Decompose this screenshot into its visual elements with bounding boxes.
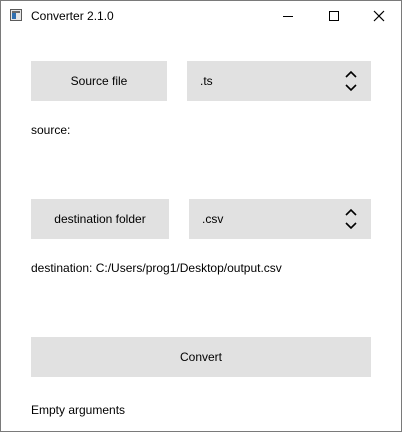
maximize-button[interactable] (311, 1, 357, 31)
converter-window: Converter 2.1.0 Source file .ts source: … (0, 0, 402, 432)
title-bar[interactable]: Converter 2.1.0 (1, 1, 401, 31)
status-message: Empty arguments (31, 403, 126, 417)
chevron-updown-icon (345, 70, 357, 92)
chevron-updown-icon (345, 208, 357, 230)
convert-button-label: Convert (179, 350, 223, 364)
destination-format-select[interactable]: .csv (189, 199, 371, 239)
app-icon (10, 9, 22, 21)
destination-format-value: .csv (202, 212, 224, 226)
destination-folder-button[interactable]: destination folder (31, 199, 169, 239)
destination-path-label: destination: C:/Users/prog1/Desktop/outp… (31, 261, 282, 275)
maximize-icon (329, 11, 339, 21)
destination-folder-button-label: destination folder (54, 212, 146, 226)
close-icon (373, 10, 385, 22)
minimize-button[interactable] (265, 1, 311, 31)
source-file-button[interactable]: Source file (31, 61, 167, 101)
window-title: Converter 2.1.0 (31, 9, 114, 23)
convert-button[interactable]: Convert (31, 337, 371, 377)
source-format-select[interactable]: .ts (187, 61, 371, 101)
source-file-button-label: Source file (70, 74, 128, 88)
source-format-value: .ts (200, 74, 213, 88)
minimize-icon (283, 15, 293, 17)
close-button[interactable] (356, 1, 402, 31)
source-path-label: source: (31, 123, 71, 137)
